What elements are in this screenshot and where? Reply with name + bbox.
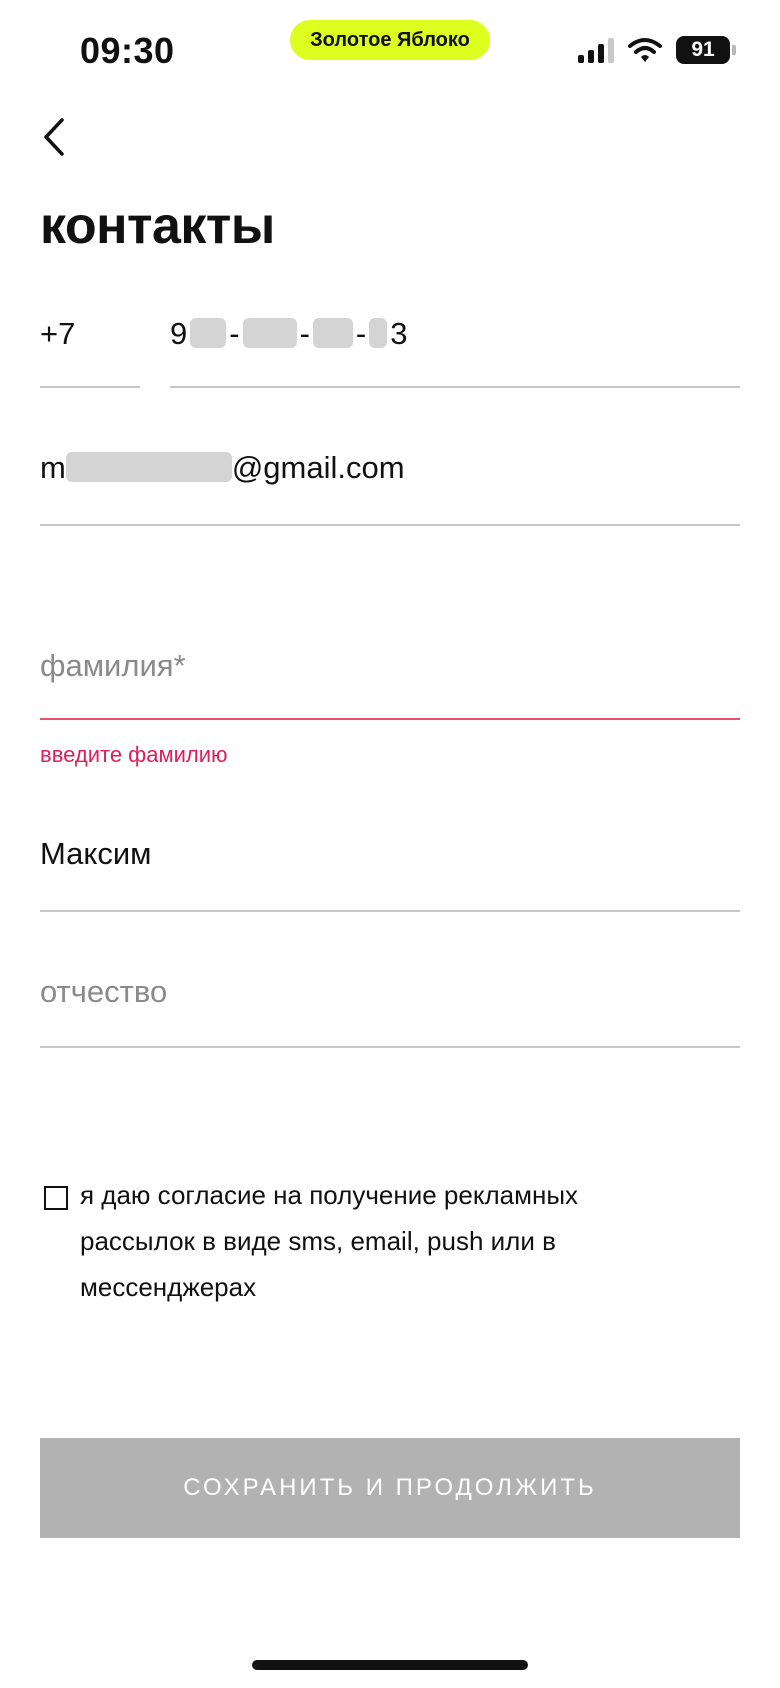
phone-last-digit: 3 [390,316,408,351]
patronymic-underline [40,1046,740,1048]
phone-code-field[interactable]: +7 [40,316,75,352]
phone-separator: - [355,316,367,351]
chevron-left-icon [44,118,64,156]
phone-number-underline [170,386,740,388]
email-field[interactable]: m @gmail.com [40,450,405,486]
email-suffix: @gmail.com [231,450,405,485]
wifi-icon [628,38,662,62]
status-icons: 91 [578,36,736,64]
battery-icon: 91 [676,36,736,64]
redacted-block [242,318,297,348]
status-time: 09:30 [80,30,175,71]
surname-underline [40,718,740,720]
battery-level: 91 [691,38,715,61]
cellular-signal-icon [578,37,614,63]
redacted-block [190,318,227,348]
consent-checkbox[interactable] [44,1186,68,1210]
surname-field[interactable]: фамилия* [40,648,186,684]
phone-number-field[interactable]: 9---3 [170,316,407,352]
phone-separator: - [229,316,240,351]
page-title: контакты [40,197,275,255]
surname-error-message: введите фамилию [40,742,228,767]
patronymic-field[interactable]: отчество [40,974,167,1010]
home-indicator [252,1660,528,1670]
back-button[interactable] [36,112,76,162]
first-name-field[interactable]: Максим [40,836,151,872]
email-prefix: m [40,450,66,485]
first-name-underline [40,910,740,912]
save-and-continue-button[interactable]: СОХРАНИТЬ И ПРОДОЛЖИТЬ [40,1438,740,1538]
redacted-block [312,318,353,348]
phone-first-digit: 9 [170,316,188,351]
redacted-block [369,318,388,348]
phone-separator: - [299,316,310,351]
status-bar: 09:30 Золотое Яблоко 91 [0,0,780,100]
redacted-block [65,452,232,482]
email-underline [40,524,740,526]
phone-code-underline [40,386,140,388]
consent-label: я даю согласие на получение рекламных ра… [80,1180,579,1302]
dynamic-island-badge: Золотое Яблоко [290,20,490,60]
